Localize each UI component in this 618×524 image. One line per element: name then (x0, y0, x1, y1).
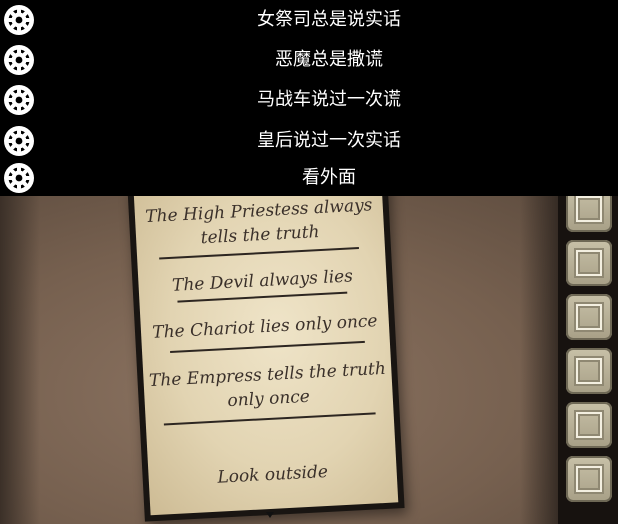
note-line-3: The Devil always lies (171, 266, 354, 296)
riddle-note[interactable]: The High Priestess always tells the trut… (127, 173, 405, 522)
note-paper: The High Priestess always tells the trut… (133, 179, 399, 516)
slot-frame-icon (576, 466, 602, 492)
option-row-5[interactable]: 看外面 (0, 160, 618, 196)
slot-frame-icon (576, 250, 602, 276)
note-rule (170, 340, 365, 354)
scene-shadow-left (0, 196, 40, 524)
option-text[interactable]: 皇后说过一次实话 (40, 123, 618, 159)
note-line-7: Look outside (216, 461, 329, 488)
gear-icon[interactable] (3, 125, 35, 157)
gear-icon[interactable] (3, 84, 35, 116)
option-row-3[interactable]: 马战车说过一次谎 (0, 82, 618, 118)
inventory-slot[interactable] (566, 294, 612, 340)
option-row-2[interactable]: 恶魔总是撒谎 (0, 42, 618, 78)
option-text[interactable]: 马战车说过一次谎 (40, 82, 618, 118)
option-text[interactable]: 看外面 (40, 160, 618, 196)
slot-frame-icon (576, 196, 602, 222)
option-text[interactable]: 恶魔总是撒谎 (40, 42, 618, 78)
inventory-bar (558, 186, 618, 524)
gear-icon[interactable] (3, 4, 35, 36)
slot-frame-icon (576, 358, 602, 384)
dialogue-options-panel: 女祭司总是说实话 恶魔总是撒谎 马战车说过一次谎 皇后说过一次实话 看外面 (0, 0, 618, 196)
inventory-slot[interactable] (566, 240, 612, 286)
note-rule (163, 412, 376, 426)
inventory-slot[interactable] (566, 456, 612, 502)
inventory-slot[interactable] (566, 402, 612, 448)
note-line-4: The Chariot lies only once (151, 311, 378, 343)
option-text[interactable]: 女祭司总是说实话 (40, 2, 618, 38)
triangle-down-icon (266, 512, 274, 518)
slot-frame-icon (576, 304, 602, 330)
gear-icon[interactable] (3, 162, 35, 194)
slot-frame-icon (576, 412, 602, 438)
gear-icon[interactable] (3, 44, 35, 76)
option-row-1[interactable]: 女祭司总是说实话 (0, 2, 618, 38)
inventory-slot[interactable] (566, 348, 612, 394)
option-row-4[interactable]: 皇后说过一次实话 (0, 123, 618, 159)
